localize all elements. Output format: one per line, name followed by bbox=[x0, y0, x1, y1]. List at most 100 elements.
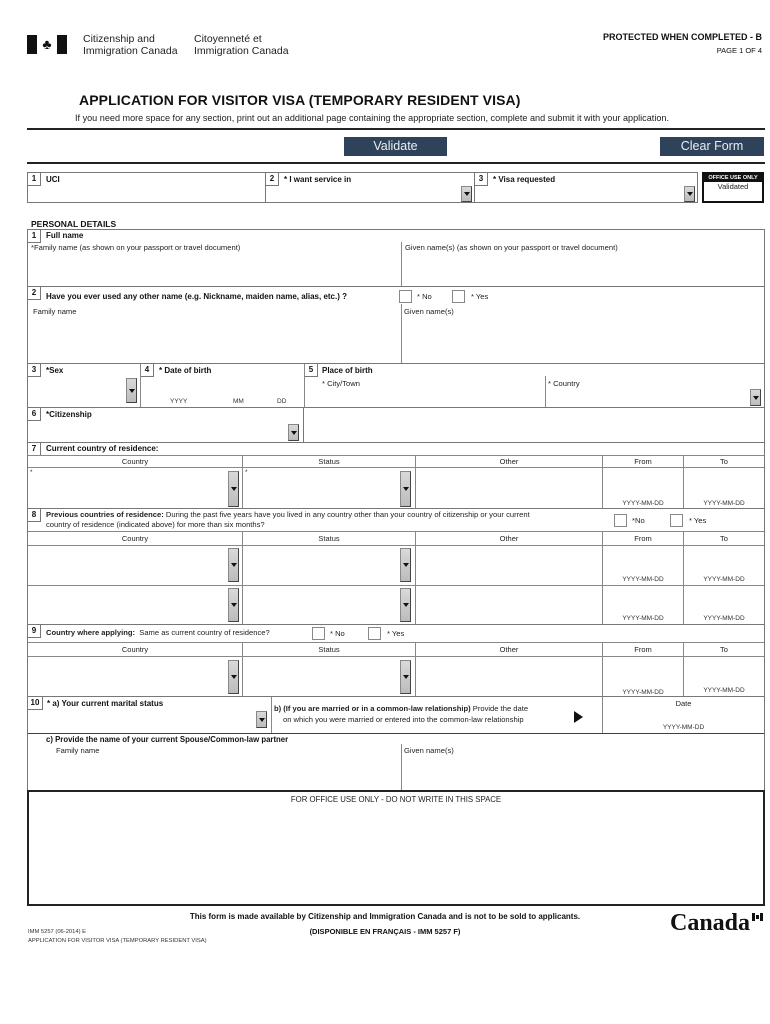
applying-from-input[interactable]: YYYY-MM-DD bbox=[603, 689, 683, 696]
validate-button[interactable]: Validate bbox=[344, 137, 447, 156]
field-number: 10 bbox=[28, 697, 43, 710]
current-from-input[interactable]: YYYY-MM-DD bbox=[603, 500, 683, 507]
page-title: APPLICATION FOR VISITOR VISA (TEMPORARY … bbox=[79, 92, 521, 108]
citizenship-dropdown-icon[interactable] bbox=[288, 424, 299, 441]
divider bbox=[401, 242, 402, 287]
service-language-field[interactable]: 2 * I want service in bbox=[265, 172, 475, 203]
other-name-no-checkbox[interactable] bbox=[399, 290, 412, 303]
field-number: 6 bbox=[28, 408, 41, 421]
current-status-dropdown-icon[interactable] bbox=[400, 471, 411, 507]
country-applying-text: Same as current country of residence? bbox=[139, 628, 270, 637]
dob-day-hint: DD bbox=[277, 398, 287, 405]
clear-form-button[interactable]: Clear Form bbox=[660, 137, 764, 156]
field-number: 1 bbox=[28, 230, 41, 243]
col-header-country: Country bbox=[121, 534, 149, 543]
applying-to-input[interactable]: YYYY-MM-DD bbox=[684, 687, 764, 694]
department-name-fr: Citoyenneté et Immigration Canada bbox=[194, 33, 289, 57]
previous-other-2-input[interactable] bbox=[417, 586, 601, 624]
office-use-value: Validated bbox=[717, 182, 749, 191]
flag-bar-left bbox=[752, 913, 755, 921]
pob-country-label: * Country bbox=[548, 379, 580, 388]
pob-city-input[interactable] bbox=[320, 389, 542, 407]
marital-status-dropdown-icon[interactable] bbox=[256, 711, 267, 728]
previous-to-1-input[interactable]: YYYY-MM-DD bbox=[684, 576, 764, 583]
previous-from-1-input[interactable]: YYYY-MM-DD bbox=[603, 576, 683, 583]
applying-no-checkbox[interactable] bbox=[312, 627, 325, 640]
previous-other-1-input[interactable] bbox=[417, 546, 601, 584]
page-subtitle: If you need more space for any section, … bbox=[75, 113, 669, 123]
sex-dropdown-icon[interactable] bbox=[126, 378, 137, 403]
col-header-other: Other bbox=[499, 645, 519, 654]
uci-field[interactable]: 1 UCI bbox=[27, 172, 266, 203]
service-label: * I want service in bbox=[284, 175, 352, 184]
field-number: 8 bbox=[28, 509, 41, 522]
previous-from-2-input[interactable]: YYYY-MM-DD bbox=[603, 615, 683, 622]
given-name-input[interactable] bbox=[405, 254, 763, 286]
applying-yes-checkbox[interactable] bbox=[368, 627, 381, 640]
col-header-status: Status bbox=[318, 534, 340, 543]
visa-requested-field[interactable]: 3 * Visa requested bbox=[474, 172, 698, 203]
citizenship-label: *Citizenship bbox=[46, 410, 92, 419]
office-use-only-label: FOR OFFICE USE ONLY - DO NOT WRITE IN TH… bbox=[290, 795, 502, 804]
current-residence-label: Current country of residence: bbox=[46, 444, 159, 453]
arrow-right-icon bbox=[574, 711, 583, 723]
pob-country-dropdown-icon[interactable] bbox=[750, 389, 761, 406]
other-name-question: Have you ever used any other name (e.g. … bbox=[46, 292, 348, 301]
marital-status-label: * a) Your current marital status bbox=[47, 699, 164, 708]
form-code: IMM 5257 (06-2014) E bbox=[28, 929, 86, 935]
no-label: * No bbox=[417, 292, 432, 301]
applying-country-dropdown-icon[interactable] bbox=[228, 660, 239, 694]
col-header-country: Country bbox=[121, 645, 149, 654]
divider bbox=[28, 733, 764, 734]
divider bbox=[28, 455, 764, 456]
previous-country-1-dropdown-icon[interactable] bbox=[228, 548, 239, 582]
full-name-section: 1 Full name *Family name (as shown on yo… bbox=[27, 229, 765, 287]
divider bbox=[242, 531, 243, 625]
previous-to-2-input[interactable]: YYYY-MM-DD bbox=[684, 615, 764, 622]
spouse-family-name-input[interactable] bbox=[31, 757, 399, 790]
footer-french-notice: (DISPONIBLE EN FRANÇAIS - IMM 5257 F) bbox=[309, 927, 461, 936]
divider bbox=[28, 656, 764, 657]
previous-status-2-dropdown-icon[interactable] bbox=[400, 588, 411, 622]
canada-flag-logo: ♣ bbox=[27, 35, 67, 54]
protected-label: PROTECTED WHEN COMPLETED - B bbox=[603, 32, 762, 42]
other-name-section: 2 Have you ever used any other name (e.g… bbox=[27, 286, 765, 364]
other-given-name-input[interactable] bbox=[405, 319, 763, 363]
col-header-from: From bbox=[634, 534, 652, 543]
visa-dropdown-icon[interactable] bbox=[684, 186, 695, 202]
divider bbox=[28, 467, 764, 468]
page-number: PAGE 1 OF 4 bbox=[716, 46, 762, 55]
current-to-input[interactable]: YYYY-MM-DD bbox=[684, 500, 764, 507]
current-residence-section: 7 Current country of residence: Country … bbox=[27, 442, 765, 509]
uci-label: UCI bbox=[46, 175, 60, 184]
citizenship-field[interactable]: 6 *Citizenship bbox=[27, 407, 304, 443]
spouse-name-label: c) Provide the name of your current Spou… bbox=[46, 735, 289, 744]
office-use-only-area: FOR OFFICE USE ONLY - DO NOT WRITE IN TH… bbox=[27, 790, 765, 906]
dept-fr-line2: Immigration Canada bbox=[194, 45, 289, 57]
country-applying-label: Country where applying: bbox=[46, 628, 136, 637]
previous-status-1-dropdown-icon[interactable] bbox=[400, 548, 411, 582]
yes-label: * Yes bbox=[471, 292, 489, 301]
previous-country-2-dropdown-icon[interactable] bbox=[228, 588, 239, 622]
other-name-yes-checkbox[interactable] bbox=[452, 290, 465, 303]
divider bbox=[401, 304, 402, 364]
previous-yes-checkbox[interactable] bbox=[670, 514, 683, 527]
other-family-name-input[interactable] bbox=[31, 319, 399, 363]
current-country-dropdown-icon[interactable] bbox=[228, 471, 239, 507]
applying-status-dropdown-icon[interactable] bbox=[400, 660, 411, 694]
divider bbox=[415, 642, 416, 697]
field-number: 3 bbox=[28, 364, 41, 377]
sex-label: *Sex bbox=[46, 366, 64, 375]
applying-other-input[interactable] bbox=[417, 657, 601, 696]
spouse-given-name-input[interactable] bbox=[405, 757, 763, 790]
header-divider bbox=[27, 128, 765, 130]
current-other-input[interactable] bbox=[417, 468, 601, 508]
service-dropdown-icon[interactable] bbox=[461, 186, 472, 202]
dept-en-line2: Immigration Canada bbox=[83, 45, 178, 57]
canada-wordmark-flag-icon bbox=[752, 913, 763, 921]
family-name-input[interactable] bbox=[31, 254, 399, 286]
previous-no-checkbox[interactable] bbox=[614, 514, 627, 527]
marriage-date-input[interactable]: YYYY-MM-DD bbox=[603, 724, 764, 731]
col-header-status: Status bbox=[318, 645, 340, 654]
other-family-name-label: Family name bbox=[33, 307, 77, 316]
